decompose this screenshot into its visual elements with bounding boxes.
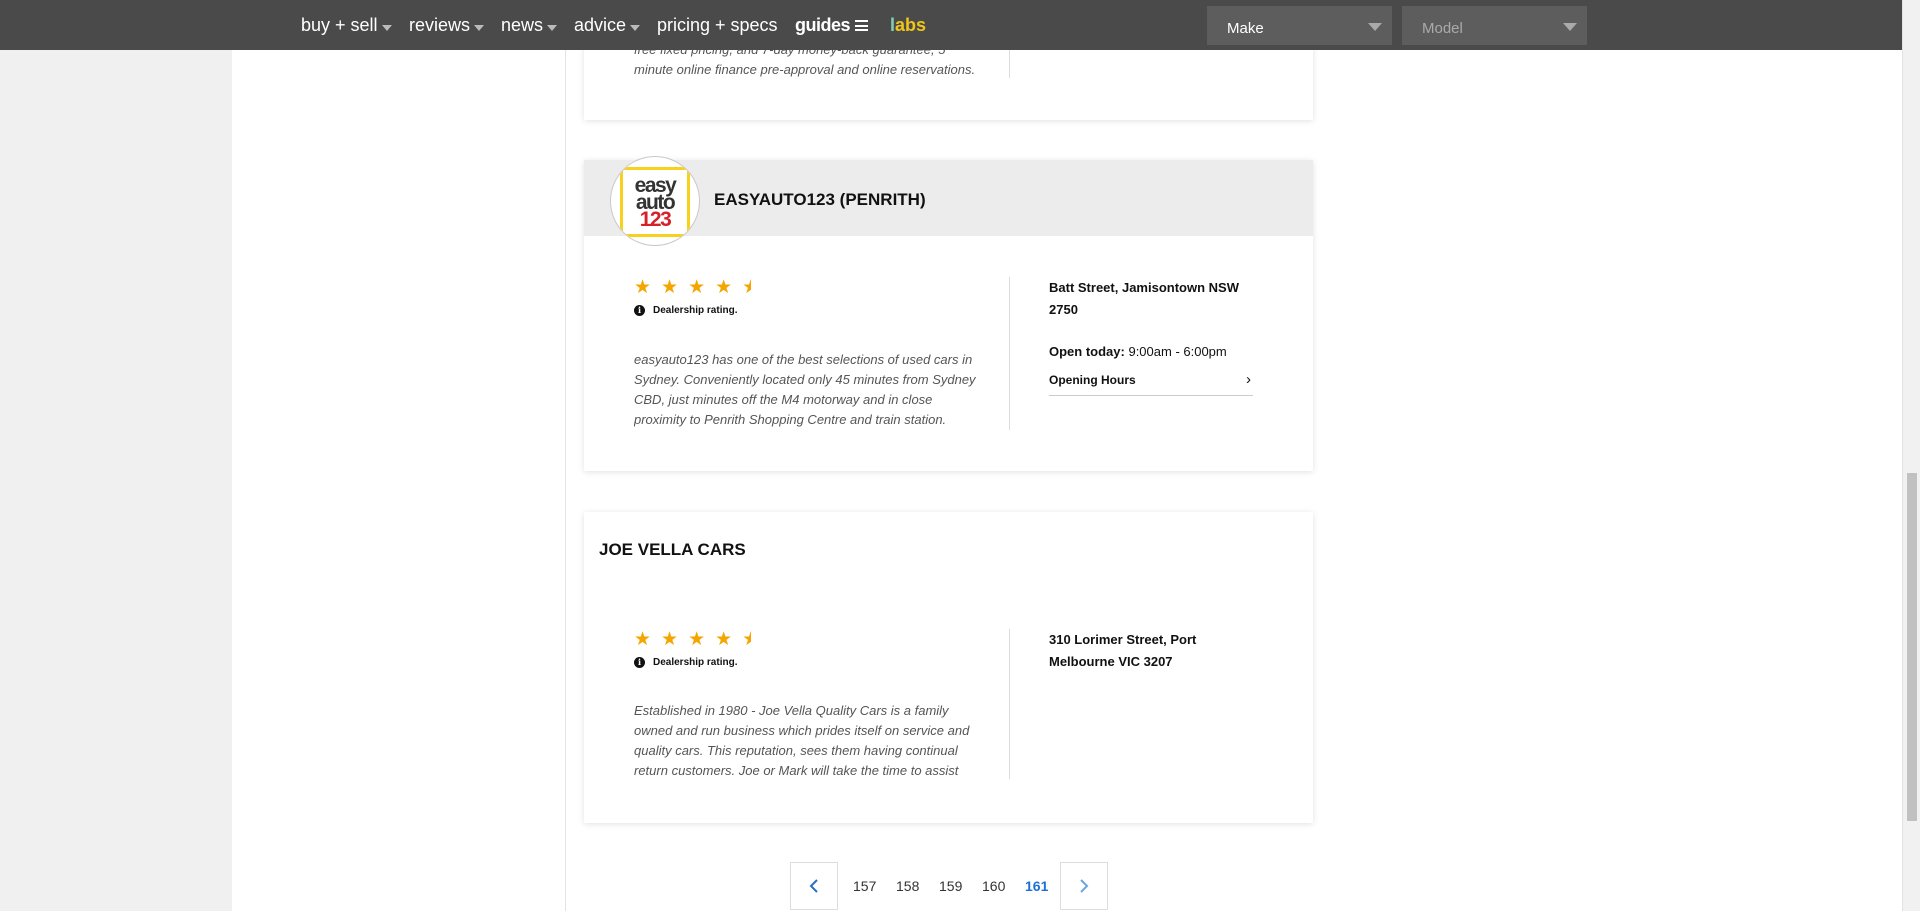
dealer-address: Batt Street, Jamisontown NSW 2750 <box>1049 280 1239 317</box>
chevron-down-icon <box>474 24 485 31</box>
star-icon: ★ <box>634 629 652 650</box>
half-star-icon: ★ <box>742 277 752 298</box>
star-icon: ★ <box>688 277 706 298</box>
pagination-page[interactable]: 157 <box>853 878 876 894</box>
star-rating: ★ ★ ★ ★ ★ <box>634 276 751 299</box>
make-select[interactable]: Make <box>1207 6 1392 45</box>
page-scrollbar[interactable] <box>1902 0 1920 911</box>
pagination-page[interactable]: 158 <box>896 878 919 894</box>
chevron-down-icon <box>381 24 392 31</box>
nav-advice[interactable]: advice <box>574 15 641 36</box>
labs-logo-abs: abs <box>895 15 927 35</box>
easyauto123-logo-icon: easy auto 123 <box>620 167 690 237</box>
opening-hours-label: Opening Hours <box>1049 373 1136 387</box>
star-icon: ★ <box>634 277 652 298</box>
nav-label: news <box>501 15 544 35</box>
dealer-name[interactable]: JOE VELLA CARS <box>599 540 746 560</box>
star-icon: ★ <box>688 629 706 650</box>
dealer-address: 310 Lorimer Street, Port Melbourne VIC 3… <box>1049 632 1197 669</box>
dealer-description: Established in 1980 - Joe Vella Quality … <box>634 703 970 778</box>
star-icon: ★ <box>715 277 733 298</box>
nav-label: pricing + specs <box>657 15 778 35</box>
pagination-page[interactable]: 159 <box>939 878 962 894</box>
scrollbar-thumb[interactable] <box>1907 473 1917 821</box>
column-divider <box>565 50 566 911</box>
nav-news[interactable]: news <box>501 15 558 36</box>
nav-label: guides <box>795 15 851 35</box>
nav-pricing-specs[interactable]: pricing + specs <box>657 15 778 36</box>
pagination-next-button[interactable] <box>1060 862 1108 910</box>
nav-guides[interactable]: guides <box>795 15 869 36</box>
logo-text: 123 <box>639 208 672 231</box>
rating-label: Dealership rating. <box>653 305 738 316</box>
left-sidebar <box>232 50 565 911</box>
model-select-value: Model <box>1422 20 1463 37</box>
card-divider <box>1009 277 1010 430</box>
chevron-down-icon <box>630 24 641 31</box>
dealer-logo: easy auto 123 <box>610 156 700 246</box>
dealer-card[interactable]: JOE VELLA CARS ★ ★ ★ ★ ★ i Dealership ra… <box>584 512 1313 823</box>
chevron-left-icon <box>809 879 818 893</box>
nav-reviews[interactable]: reviews <box>409 15 485 36</box>
nav-labs[interactable]: l abs <box>890 15 926 36</box>
hamburger-menu-icon <box>855 20 869 31</box>
pagination-page[interactable]: 160 <box>982 878 1005 894</box>
nav-label: buy + sell <box>301 15 378 35</box>
make-select-value: Make <box>1227 20 1264 37</box>
caret-down-icon <box>1368 23 1382 31</box>
dealer-name[interactable]: EASYAUTO123 (PENRITH) <box>714 190 926 210</box>
card-divider <box>1009 629 1010 779</box>
half-star-icon: ★ <box>742 629 752 650</box>
info-icon[interactable]: i <box>634 657 645 668</box>
model-select[interactable]: Model <box>1402 6 1587 45</box>
open-today-hours: 9:00am - 6:00pm <box>1128 344 1227 359</box>
star-rating: ★ ★ ★ ★ ★ <box>634 628 751 651</box>
top-nav: buy + sell reviews news advice pricing +… <box>0 0 1902 50</box>
rating-label: Dealership rating. <box>653 657 738 668</box>
caret-down-icon <box>1563 23 1577 31</box>
pagination-prev-button[interactable] <box>790 862 838 910</box>
chevron-right-icon: › <box>1246 371 1251 388</box>
open-today: Open today: 9:00am - 6:00pm <box>1049 344 1227 359</box>
nav-buy-sell[interactable]: buy + sell <box>301 15 392 36</box>
rating-info: i Dealership rating. <box>634 657 737 668</box>
info-icon[interactable]: i <box>634 305 645 316</box>
star-icon: ★ <box>715 629 733 650</box>
pagination-page-active[interactable]: 161 <box>1025 878 1048 894</box>
chevron-down-icon <box>547 24 558 31</box>
dealer-description: easyauto123 has one of the best selectio… <box>634 352 976 427</box>
opening-hours-toggle[interactable]: Opening Hours › <box>1049 371 1253 396</box>
nav-label: reviews <box>409 15 471 35</box>
dealer-card[interactable]: easy auto 123 EASYAUTO123 (PENRITH) ★ ★ … <box>584 156 1313 471</box>
desc-line: minute online finance pre-approval and o… <box>634 62 976 77</box>
chevron-right-icon <box>1080 879 1089 893</box>
nav-label: advice <box>574 15 627 35</box>
open-today-label: Open today: <box>1049 344 1125 359</box>
star-icon: ★ <box>661 629 679 650</box>
rating-info: i Dealership rating. <box>634 305 737 316</box>
star-icon: ★ <box>661 277 679 298</box>
